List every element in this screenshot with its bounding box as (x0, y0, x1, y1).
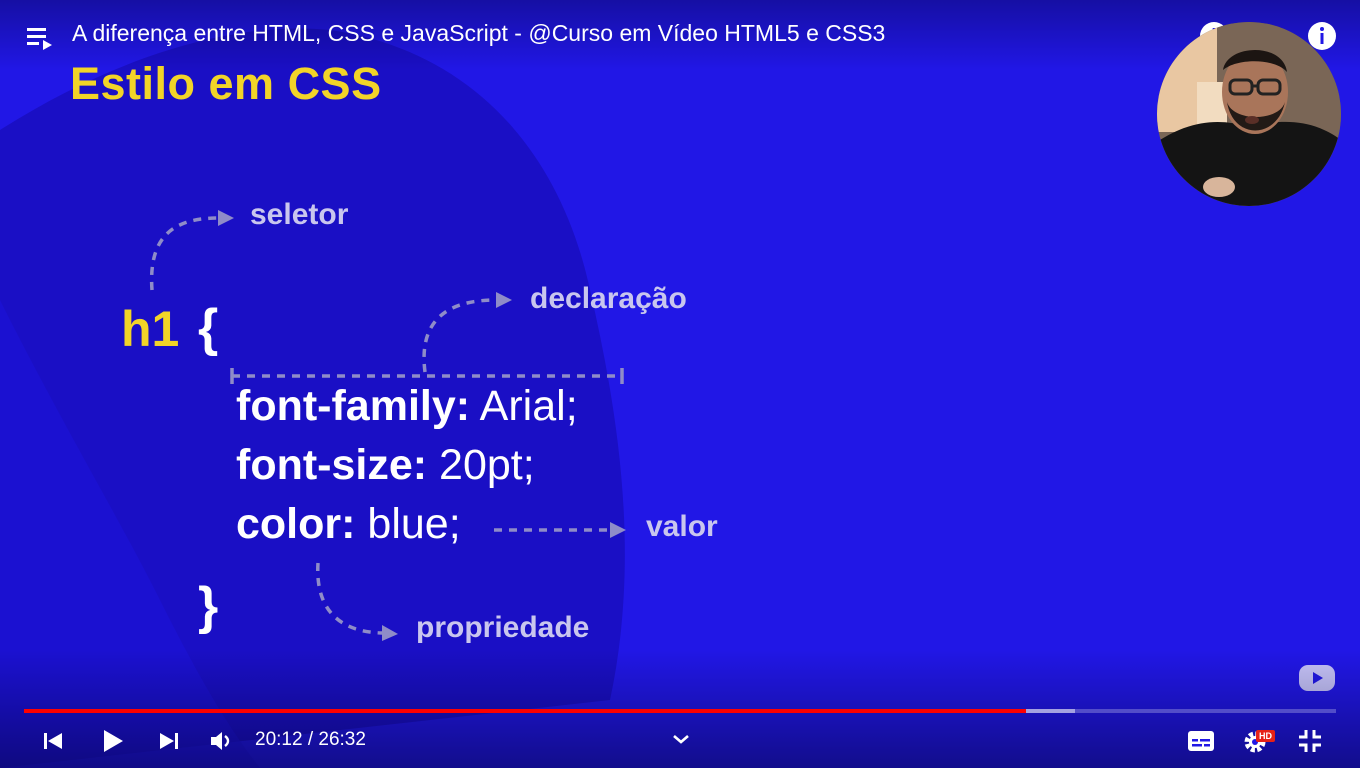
code-line-2: font-size: 20pt; (236, 441, 535, 490)
volume-icon[interactable] (206, 726, 236, 756)
presenter-avatar-icon (1157, 22, 1341, 206)
code-value: Arial; (470, 382, 578, 430)
playlist-icon[interactable] (27, 26, 53, 50)
open-brace: { (198, 299, 219, 357)
subtitles-icon[interactable] (1186, 726, 1216, 756)
code-value: blue; (355, 500, 461, 548)
time-display: 20:12 / 26:32 (255, 729, 366, 750)
progress-bar[interactable] (24, 709, 1336, 713)
presenter-webcam (1157, 22, 1341, 206)
slide-title: Estilo em CSS (70, 58, 382, 109)
code-line-3: color: blue; (236, 500, 461, 549)
close-brace: } (198, 577, 219, 635)
progress-played (24, 709, 1026, 713)
play-icon[interactable] (97, 726, 127, 756)
video-player[interactable]: A diferença entre HTML, CSS e JavaScript… (0, 0, 1360, 768)
annotation-selector: seletor (250, 198, 349, 231)
annotation-property: propriedade (416, 611, 590, 644)
annotation-value: valor (646, 510, 718, 543)
code-property: font-size: (236, 441, 428, 489)
annotation-declaration: declaração (530, 282, 687, 315)
hd-badge: HD (1256, 730, 1275, 742)
exit-fullscreen-icon[interactable] (1295, 726, 1325, 756)
code-property: color: (236, 500, 356, 548)
css-selector: h1 (121, 301, 180, 357)
video-title[interactable]: A diferença entre HTML, CSS e JavaScript… (72, 20, 885, 47)
code-line-1: font-family: Arial; (236, 382, 578, 431)
code-property: font-family: (236, 382, 471, 430)
next-video-icon[interactable] (154, 726, 184, 756)
code-value: 20pt; (427, 441, 535, 489)
previous-video-icon[interactable] (38, 726, 68, 756)
chevron-down-icon[interactable] (666, 724, 696, 754)
